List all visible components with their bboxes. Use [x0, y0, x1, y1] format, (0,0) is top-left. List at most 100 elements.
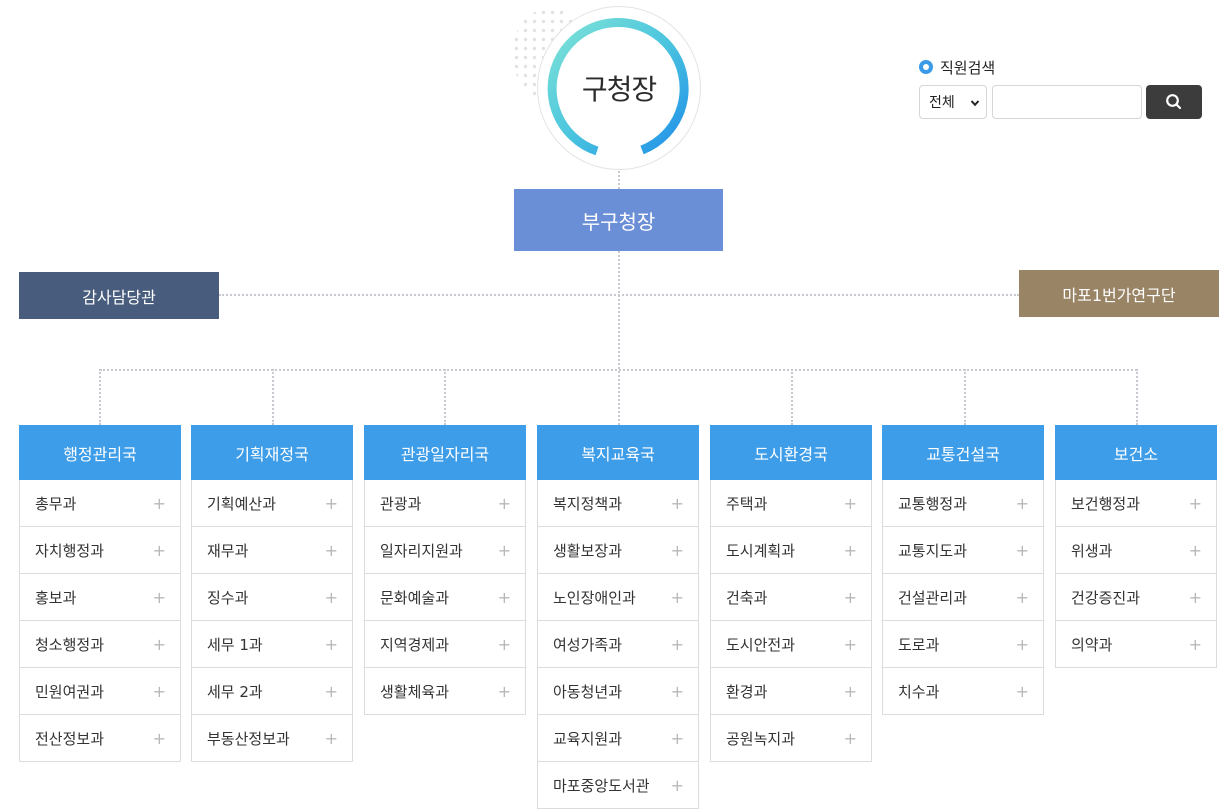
- expand-plus-icon[interactable]: +: [325, 682, 338, 701]
- mayor-node[interactable]: 구청장: [537, 6, 701, 170]
- search-button[interactable]: [1146, 85, 1202, 119]
- expand-plus-icon[interactable]: +: [153, 682, 166, 701]
- search-scope-select[interactable]: 전체: [919, 85, 987, 119]
- audit-officer-node[interactable]: 감사담당관: [19, 272, 219, 319]
- division-label: 세무 1과: [207, 635, 263, 654]
- division-item[interactable]: 문화예술과 +: [364, 574, 526, 621]
- expand-plus-icon[interactable]: +: [671, 635, 684, 654]
- division-item[interactable]: 공원녹지과 +: [710, 715, 872, 762]
- division-item[interactable]: 민원여권과 +: [19, 668, 181, 715]
- research-team-node[interactable]: 마포1번가연구단: [1019, 270, 1219, 317]
- division-item[interactable]: 위생과 +: [1055, 527, 1217, 574]
- division-item[interactable]: 교통행정과 +: [882, 480, 1044, 527]
- division-item[interactable]: 여성가족과 +: [537, 621, 699, 668]
- search-input[interactable]: [992, 85, 1142, 119]
- department-header[interactable]: 도시환경국: [710, 425, 872, 480]
- division-item[interactable]: 생활보장과 +: [537, 527, 699, 574]
- expand-plus-icon[interactable]: +: [844, 588, 857, 607]
- expand-plus-icon[interactable]: +: [1189, 635, 1202, 654]
- division-item[interactable]: 세무 2과 +: [191, 668, 353, 715]
- expand-plus-icon[interactable]: +: [1016, 588, 1029, 607]
- expand-plus-icon[interactable]: +: [844, 541, 857, 560]
- expand-plus-icon[interactable]: +: [325, 729, 338, 748]
- radio-selected-icon[interactable]: [919, 60, 933, 74]
- expand-plus-icon[interactable]: +: [498, 682, 511, 701]
- expand-plus-icon[interactable]: +: [844, 682, 857, 701]
- division-item[interactable]: 홍보과 +: [19, 574, 181, 621]
- division-item[interactable]: 전산정보과 +: [19, 715, 181, 762]
- expand-plus-icon[interactable]: +: [153, 494, 166, 513]
- expand-plus-icon[interactable]: +: [671, 776, 684, 795]
- division-item[interactable]: 치수과 +: [882, 668, 1044, 715]
- expand-plus-icon[interactable]: +: [498, 635, 511, 654]
- division-item[interactable]: 총무과 +: [19, 480, 181, 527]
- division-item[interactable]: 재무과 +: [191, 527, 353, 574]
- expand-plus-icon[interactable]: +: [671, 729, 684, 748]
- division-item[interactable]: 보건행정과 +: [1055, 480, 1217, 527]
- department-header[interactable]: 행정관리국: [19, 425, 181, 480]
- division-item[interactable]: 건강증진과 +: [1055, 574, 1217, 621]
- expand-plus-icon[interactable]: +: [325, 541, 338, 560]
- division-item[interactable]: 부동산정보과 +: [191, 715, 353, 762]
- division-item[interactable]: 징수과 +: [191, 574, 353, 621]
- division-item[interactable]: 의약과 +: [1055, 621, 1217, 668]
- staff-search-radio-row[interactable]: 직원검색: [919, 56, 1203, 78]
- division-item[interactable]: 환경과 +: [710, 668, 872, 715]
- division-item[interactable]: 교육지원과 +: [537, 715, 699, 762]
- division-item[interactable]: 복지정책과 +: [537, 480, 699, 527]
- department-header[interactable]: 교통건설국: [882, 425, 1044, 480]
- expand-plus-icon[interactable]: +: [325, 494, 338, 513]
- division-label: 민원여권과: [35, 682, 105, 701]
- department-header[interactable]: 관광일자리국: [364, 425, 526, 480]
- division-label: 건축과: [726, 588, 768, 607]
- expand-plus-icon[interactable]: +: [498, 588, 511, 607]
- deputy-mayor-node[interactable]: 부구청장: [514, 189, 723, 251]
- division-item[interactable]: 교통지도과 +: [882, 527, 1044, 574]
- expand-plus-icon[interactable]: +: [1016, 494, 1029, 513]
- expand-plus-icon[interactable]: +: [844, 729, 857, 748]
- division-item[interactable]: 지역경제과 +: [364, 621, 526, 668]
- division-item[interactable]: 청소행정과 +: [19, 621, 181, 668]
- division-item[interactable]: 노인장애인과 +: [537, 574, 699, 621]
- expand-plus-icon[interactable]: +: [671, 588, 684, 607]
- department-header[interactable]: 복지교육국: [537, 425, 699, 480]
- expand-plus-icon[interactable]: +: [1189, 494, 1202, 513]
- division-item[interactable]: 기획예산과 +: [191, 480, 353, 527]
- division-item[interactable]: 도로과 +: [882, 621, 1044, 668]
- division-item[interactable]: 주택과 +: [710, 480, 872, 527]
- division-item[interactable]: 자치행정과 +: [19, 527, 181, 574]
- expand-plus-icon[interactable]: +: [671, 541, 684, 560]
- expand-plus-icon[interactable]: +: [153, 635, 166, 654]
- expand-plus-icon[interactable]: +: [498, 541, 511, 560]
- division-label: 치수과: [898, 682, 940, 701]
- expand-plus-icon[interactable]: +: [325, 635, 338, 654]
- expand-plus-icon[interactable]: +: [498, 494, 511, 513]
- connector-columns: [100, 369, 1137, 371]
- expand-plus-icon[interactable]: +: [671, 682, 684, 701]
- expand-plus-icon[interactable]: +: [1016, 541, 1029, 560]
- division-item[interactable]: 세무 1과 +: [191, 621, 353, 668]
- expand-plus-icon[interactable]: +: [1016, 682, 1029, 701]
- division-item[interactable]: 일자리지원과 +: [364, 527, 526, 574]
- division-item[interactable]: 아동청년과 +: [537, 668, 699, 715]
- expand-plus-icon[interactable]: +: [1016, 635, 1029, 654]
- expand-plus-icon[interactable]: +: [844, 635, 857, 654]
- division-item[interactable]: 건축과 +: [710, 574, 872, 621]
- expand-plus-icon[interactable]: +: [671, 494, 684, 513]
- department-header[interactable]: 기획재정국: [191, 425, 353, 480]
- expand-plus-icon[interactable]: +: [844, 494, 857, 513]
- expand-plus-icon[interactable]: +: [1189, 541, 1202, 560]
- division-item[interactable]: 건설관리과 +: [882, 574, 1044, 621]
- expand-plus-icon[interactable]: +: [1189, 588, 1202, 607]
- expand-plus-icon[interactable]: +: [153, 729, 166, 748]
- division-item[interactable]: 도시계획과 +: [710, 527, 872, 574]
- division-item[interactable]: 마포중앙도서관 +: [537, 762, 699, 809]
- expand-plus-icon[interactable]: +: [153, 588, 166, 607]
- division-label: 건설관리과: [898, 588, 968, 607]
- department-header[interactable]: 보건소: [1055, 425, 1217, 480]
- expand-plus-icon[interactable]: +: [153, 541, 166, 560]
- division-item[interactable]: 도시안전과 +: [710, 621, 872, 668]
- division-item[interactable]: 관광과 +: [364, 480, 526, 527]
- expand-plus-icon[interactable]: +: [325, 588, 338, 607]
- division-item[interactable]: 생활체육과 +: [364, 668, 526, 715]
